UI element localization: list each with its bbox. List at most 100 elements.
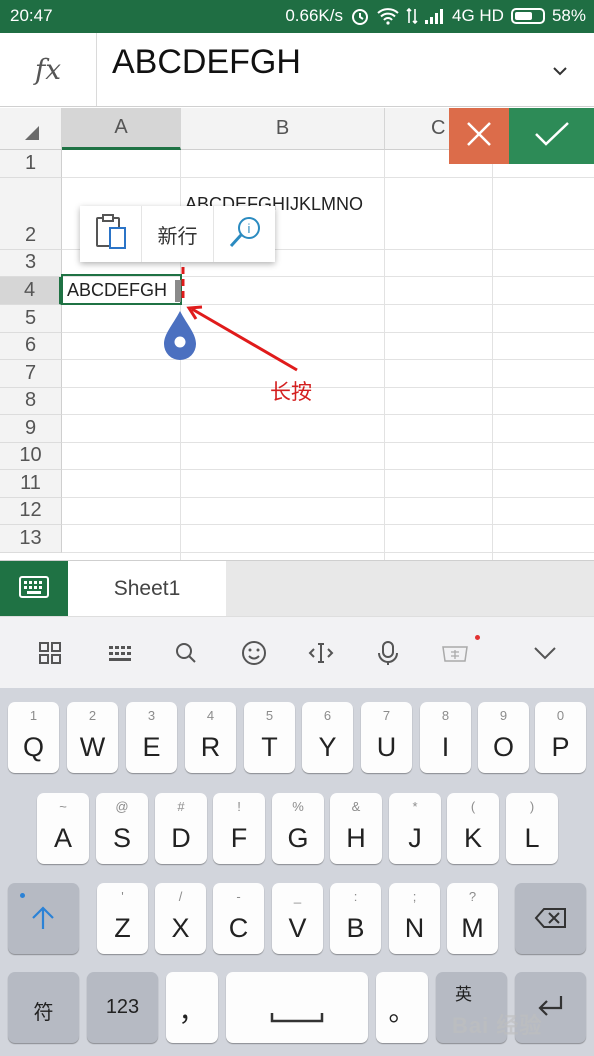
key-hint: % <box>292 799 304 814</box>
key-label: C <box>228 913 249 943</box>
network-speed: 0.66K/s <box>285 6 343 25</box>
key-label: K <box>463 823 482 853</box>
key-hint: - <box>236 889 241 904</box>
key-a[interactable]: ~ A <box>37 793 89 864</box>
function-button[interactable]: fx <box>0 33 97 106</box>
space-bar-icon <box>270 1010 324 1028</box>
symbols-key[interactable]: 符 <box>8 972 79 1043</box>
period-key[interactable]: 。 <box>376 972 428 1043</box>
cursor-move-icon[interactable] <box>303 635 339 671</box>
key-i[interactable]: 8I <box>420 702 471 773</box>
key-hint: 1 <box>29 708 38 723</box>
screen: 20:47 0.66K/s 4G HD 58% fx ABCDEFGH A B … <box>0 0 594 1056</box>
formula-input[interactable]: ABCDEFGH <box>112 43 301 82</box>
grid-icon[interactable] <box>32 635 68 671</box>
card-icon[interactable] <box>437 635 473 671</box>
key-e[interactable]: 3E <box>126 702 177 773</box>
key-t[interactable]: 5T <box>244 702 295 773</box>
key-label: N <box>404 913 425 943</box>
key-hint: 3 <box>147 708 156 723</box>
keyboard-toggle-button[interactable] <box>0 561 68 617</box>
key-hint: 8 <box>441 708 450 723</box>
key-hint: 6 <box>323 708 332 723</box>
key-label: E <box>142 732 161 762</box>
key-label: J <box>408 823 422 853</box>
collapse-icon[interactable] <box>527 635 563 671</box>
key-w[interactable]: 2W <box>67 702 118 773</box>
key-m[interactable]: ? M <box>447 883 498 954</box>
key-label: 符 <box>33 1002 54 1024</box>
search-icon[interactable] <box>168 635 204 671</box>
key-label: 123 <box>105 996 140 1018</box>
spreadsheet-grid[interactable]: A B C 1 2 3 4 5 6 7 8 9 10 11 12 13 ABCD… <box>0 108 594 560</box>
key-x[interactable]: / X <box>155 883 206 954</box>
status-right: 0.66K/s 4G HD 58% <box>285 6 586 26</box>
key-label: B <box>346 913 365 943</box>
key-c[interactable]: -C <box>213 883 264 954</box>
ime-toolbar <box>0 616 594 688</box>
key-j[interactable]: * J <box>389 793 441 864</box>
chevron-down-icon[interactable] <box>552 63 568 81</box>
key-hint: 2 <box>88 708 97 723</box>
key-y[interactable]: 6Y <box>302 702 353 773</box>
backspace-key[interactable] <box>515 883 586 954</box>
comma-key[interactable]: ， <box>166 972 218 1043</box>
key-r[interactable]: 4R <box>185 702 236 773</box>
shift-key[interactable] <box>8 883 79 954</box>
paste-button[interactable] <box>80 206 142 262</box>
emoji-icon[interactable] <box>236 635 272 671</box>
smart-lookup-button[interactable]: i <box>214 206 275 262</box>
new-row-button[interactable]: 新行 <box>142 206 214 262</box>
key-k[interactable]: (K <box>447 793 499 864</box>
key-label: 。 <box>388 997 416 1027</box>
key-hint: ! <box>237 799 241 814</box>
key-label: D <box>171 823 191 853</box>
key-label: 英 <box>455 985 472 1004</box>
battery-percent: 58% <box>551 6 586 25</box>
key-l[interactable]: ) L <box>506 793 558 864</box>
key-hint: / <box>178 889 183 904</box>
network-type: 4G HD <box>452 6 504 25</box>
key-label: F <box>230 823 248 853</box>
key-label: T <box>261 732 278 762</box>
key-o[interactable]: 9O <box>478 702 529 773</box>
key-p[interactable]: 0P <box>535 702 586 773</box>
selection-handle-icon <box>164 311 196 360</box>
long-press-annotation: 长按 <box>270 381 312 404</box>
key-hint: ( <box>470 799 476 814</box>
key-g[interactable]: % G <box>272 793 324 864</box>
notification-dot <box>475 635 480 640</box>
key-hint: ; <box>412 889 417 904</box>
numbers-key[interactable]: 123 <box>87 972 158 1043</box>
context-menu: 新行 i <box>80 206 275 262</box>
key-hint: ) <box>529 799 535 814</box>
sheet-tab-sheet1[interactable]: Sheet1 <box>68 561 226 617</box>
key-q[interactable]: 1Q <box>8 702 59 773</box>
key-label: O <box>492 732 514 762</box>
key-f[interactable]: ! F <box>213 793 265 864</box>
svg-text:i: i <box>247 221 250 236</box>
key-d[interactable]: # D <box>155 793 207 864</box>
key-b[interactable]: :B <box>330 883 381 954</box>
key-label: S <box>112 823 131 853</box>
key-n[interactable]: ; N <box>389 883 440 954</box>
key-h[interactable]: & H <box>330 793 382 864</box>
smart-lookup-icon: i <box>227 215 263 254</box>
backspace-icon <box>534 907 568 934</box>
space-key[interactable] <box>226 972 368 1043</box>
shift-icon <box>30 905 56 936</box>
key-hint: : <box>353 889 358 904</box>
wifi-icon <box>377 7 399 25</box>
keyboard-icon[interactable] <box>102 635 138 671</box>
key-z[interactable]: ' Z <box>97 883 148 954</box>
key-label: A <box>53 823 72 853</box>
key-s[interactable]: @ S <box>96 793 148 864</box>
key-hint: ? <box>468 889 477 904</box>
key-label: M <box>461 913 484 943</box>
key-u[interactable]: 7U <box>361 702 412 773</box>
caps-dot <box>20 893 25 898</box>
paste-icon <box>94 213 128 255</box>
microphone-icon[interactable] <box>370 635 406 671</box>
key-hint: ~ <box>59 799 67 814</box>
key-v[interactable]: _ V <box>272 883 323 954</box>
